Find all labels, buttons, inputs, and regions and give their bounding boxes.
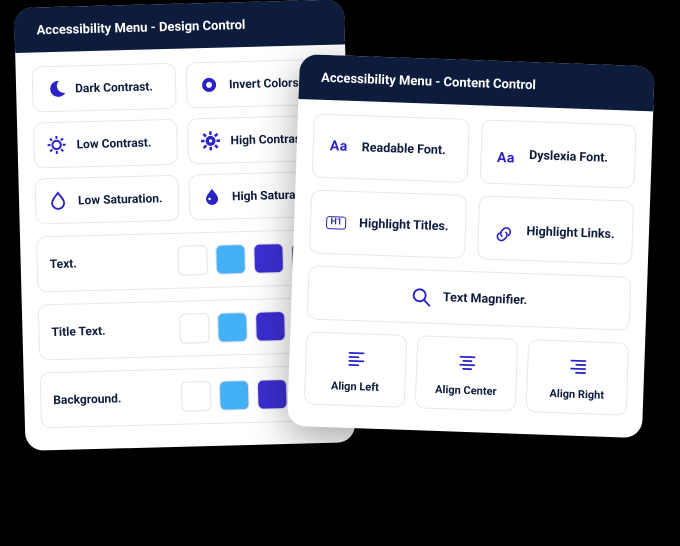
color-swatch-white[interactable] <box>179 313 210 344</box>
align-left-icon <box>346 348 367 369</box>
color-swatch-white[interactable] <box>181 381 212 412</box>
dark-contrast-option[interactable]: Dark Contrast. <box>32 63 177 113</box>
content-control-panel: Accessibility Menu - Content Control Aa … <box>287 54 655 438</box>
align-right-icon <box>567 356 588 377</box>
highlight-titles-option[interactable]: H1 Highlight Titles. <box>309 189 467 258</box>
magnifier-icon <box>411 286 432 307</box>
link-icon <box>492 223 515 246</box>
color-swatch-indigo[interactable] <box>253 243 284 274</box>
gear-filled-icon <box>200 131 221 152</box>
option-label: Low Saturation. <box>78 191 163 207</box>
gear-icon <box>46 135 67 156</box>
option-label: Align Right <box>549 387 604 402</box>
color-row-label: Background. <box>53 391 121 407</box>
ring-icon <box>199 75 220 96</box>
color-swatch-indigo[interactable] <box>257 379 288 410</box>
option-label: Dyslexia Font. <box>529 148 608 166</box>
low-contrast-option[interactable]: Low Contrast. <box>33 119 178 169</box>
align-left-option[interactable]: Align Left <box>304 331 407 407</box>
color-swatch-sky[interactable] <box>219 380 250 411</box>
align-center-icon <box>457 352 478 373</box>
option-label: Highlight Links. <box>526 224 615 242</box>
align-right-option[interactable]: Align Right <box>526 339 629 415</box>
option-label: Highlight Titles. <box>359 216 449 234</box>
readable-font-option[interactable]: Aa Readable Font. <box>312 114 470 183</box>
aa-icon: Aa <box>327 135 350 158</box>
h1-icon: H1 <box>325 211 348 234</box>
color-swatch-white[interactable] <box>177 245 208 276</box>
highlight-links-option[interactable]: Highlight Links. <box>476 195 634 264</box>
low-saturation-option[interactable]: Low Saturation. <box>34 175 179 225</box>
align-center-option[interactable]: Align Center <box>415 335 518 411</box>
color-swatch-sky[interactable] <box>215 244 246 275</box>
color-row-label: Text. <box>50 256 77 271</box>
drop-outline-icon <box>48 191 69 212</box>
option-label: Readable Font. <box>362 140 447 158</box>
option-label: Dark Contrast. <box>75 79 153 95</box>
aa-icon: Aa <box>495 147 518 170</box>
text-magnifier-option[interactable]: Text Magnifier. <box>307 265 632 330</box>
drop-filled-icon <box>202 187 223 208</box>
option-label: Low Contrast. <box>76 135 151 151</box>
dyslexia-font-option[interactable]: Aa Dyslexia Font. <box>479 119 637 188</box>
color-row-label: Title Text. <box>51 324 105 339</box>
text-color-row: Text. <box>36 229 335 293</box>
color-swatch-sky[interactable] <box>217 312 248 343</box>
option-label: Invert Colors. <box>229 75 302 91</box>
moon-icon <box>45 79 66 100</box>
option-label: Align Center <box>435 383 497 398</box>
color-swatch-indigo[interactable] <box>255 311 286 342</box>
option-label: Text Magnifier. <box>443 290 528 308</box>
option-label: Align Left <box>331 379 379 394</box>
